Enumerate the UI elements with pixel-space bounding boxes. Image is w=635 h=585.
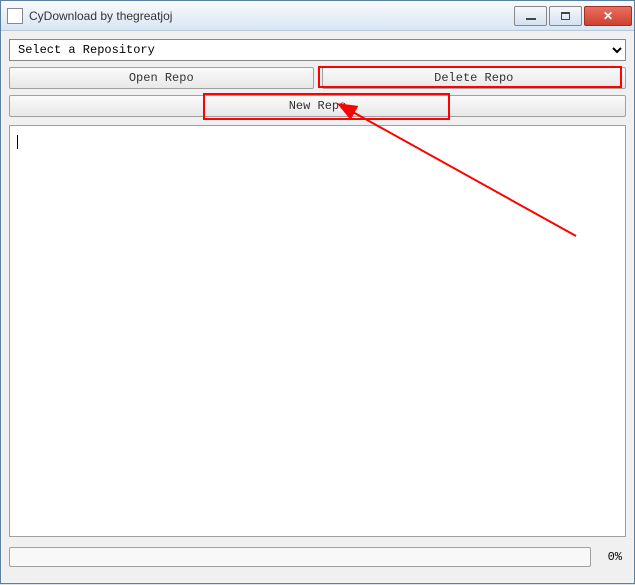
new-repo-button[interactable]: New Repo	[9, 95, 626, 117]
maximize-button[interactable]	[549, 6, 582, 26]
content-area: Select a Repository Open Repo Delete Rep…	[1, 31, 634, 575]
window-title: CyDownload by thegreatjoj	[29, 9, 514, 23]
delete-repo-button[interactable]: Delete Repo	[322, 67, 627, 89]
close-button[interactable]: ✕	[584, 6, 632, 26]
minimize-button[interactable]	[514, 6, 547, 26]
maximize-icon	[561, 12, 570, 20]
minimize-icon	[526, 18, 536, 20]
close-icon: ✕	[603, 9, 613, 23]
repository-select[interactable]: Select a Repository	[9, 39, 626, 61]
button-row-top: Open Repo Delete Repo	[9, 67, 626, 89]
window-controls: ✕	[514, 6, 632, 26]
app-window: CyDownload by thegreatjoj ✕ Select a Rep…	[0, 0, 635, 584]
titlebar[interactable]: CyDownload by thegreatjoj ✕	[1, 1, 634, 31]
progress-percent-label: 0%	[591, 550, 626, 564]
open-repo-button[interactable]: Open Repo	[9, 67, 314, 89]
text-cursor	[17, 135, 18, 149]
app-icon	[7, 8, 23, 24]
progress-row: 0%	[9, 547, 626, 567]
progress-bar	[9, 547, 591, 567]
log-textarea[interactable]	[9, 125, 626, 537]
